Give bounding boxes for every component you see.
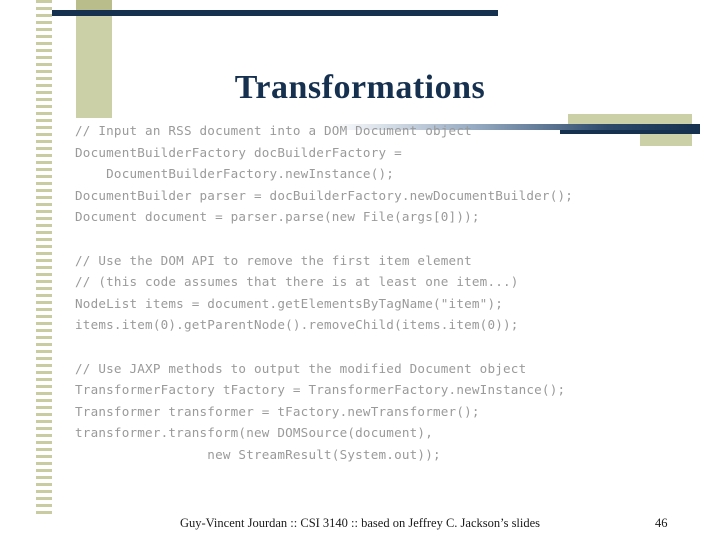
code-line: Document document = parser.parse(new Fil…: [75, 209, 480, 225]
code-line: // Use JAXP methods to output the modifi…: [75, 360, 527, 376]
code-line: // Use the DOM API to remove the first i…: [75, 252, 472, 268]
code-line: items.item(0).getParentNode().removeChil…: [75, 317, 519, 333]
code-line: // Input an RSS document into a DOM Docu…: [75, 123, 472, 138]
code-line: DocumentBuilder parser = docBuilderFacto…: [75, 187, 574, 203]
code-listing: // Input an RSS document into a DOM Docu…: [75, 120, 675, 466]
code-line: TransformerFactory tFactory = Transforme…: [75, 382, 566, 398]
footer-attribution: Guy-Vincent Jourdan :: CSI 3140 :: based…: [179, 516, 541, 530]
top-horizontal-rule: [52, 10, 498, 16]
code-line: // (this code assumes that there is at l…: [75, 274, 519, 290]
code-line: DocumentBuilderFactory.newInstance();: [75, 166, 395, 182]
page-number: 46: [655, 516, 668, 530]
code-line: DocumentBuilderFactory docBuilderFactory…: [75, 144, 402, 160]
code-line: Transformer transformer = tFactory.newTr…: [75, 403, 480, 419]
page-title: Transformations: [234, 68, 486, 106]
code-line: transformer.transform(new DOMSource(docu…: [75, 425, 433, 441]
code-line: NodeList items = document.getElementsByT…: [75, 295, 504, 311]
code-line: new StreamResult(System.out));: [75, 446, 441, 462]
